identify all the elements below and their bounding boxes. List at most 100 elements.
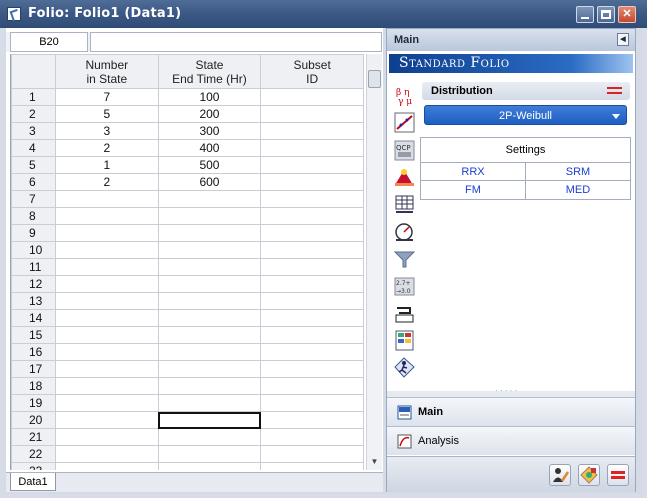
table-cell[interactable] <box>260 224 364 242</box>
table-cell[interactable] <box>157 190 262 208</box>
minimize-button[interactable] <box>576 6 594 23</box>
panel-pin-icon[interactable]: ◀ <box>617 33 629 46</box>
table-cell[interactable] <box>157 224 262 242</box>
table-cell[interactable] <box>260 377 364 395</box>
transfer-icon[interactable] <box>394 303 415 324</box>
qcp-icon[interactable]: QCP <box>394 140 415 161</box>
table-cell[interactable] <box>54 241 159 259</box>
row-header[interactable]: 13 <box>11 292 56 310</box>
table-cell[interactable] <box>54 445 159 463</box>
table-cell[interactable] <box>157 445 262 463</box>
distribution-dropdown[interactable]: 2P-Weibull <box>424 105 627 125</box>
row-header[interactable]: 17 <box>11 360 56 378</box>
table-cell[interactable] <box>260 156 364 174</box>
maximize-button[interactable] <box>597 6 615 23</box>
row-header[interactable]: 23 <box>11 462 56 470</box>
table-cell[interactable] <box>157 428 262 446</box>
batch-icon[interactable] <box>394 194 415 215</box>
table-cell[interactable] <box>157 309 262 327</box>
table-cell[interactable] <box>157 241 262 259</box>
table-cell[interactable]: 2 <box>54 139 159 157</box>
table-cell[interactable]: 500 <box>157 156 262 174</box>
table-cell[interactable] <box>157 275 262 293</box>
table-cell[interactable] <box>260 309 364 327</box>
table-cell[interactable]: 5 <box>54 105 159 123</box>
data-grid[interactable]: Number in State State End Time (Hr) Subset… <box>10 54 364 470</box>
table-cell[interactable] <box>260 241 364 259</box>
row-header[interactable]: 15 <box>11 326 56 344</box>
table-cell[interactable] <box>157 343 262 361</box>
table-cell[interactable]: 600 <box>157 173 262 191</box>
table-cell[interactable] <box>54 411 159 429</box>
table-cell[interactable] <box>54 428 159 446</box>
table-cell[interactable]: 300 <box>157 122 262 140</box>
table-cell[interactable] <box>260 411 364 429</box>
table-cell[interactable] <box>157 462 262 470</box>
table-cell[interactable] <box>54 377 159 395</box>
table-cell[interactable] <box>54 207 159 225</box>
table-cell[interactable]: 7 <box>54 88 159 106</box>
run-icon[interactable] <box>394 357 415 378</box>
row-header[interactable]: 8 <box>11 207 56 225</box>
table-cell[interactable] <box>260 105 364 123</box>
table-cell[interactable] <box>260 173 364 191</box>
nav-analysis-button[interactable]: Analysis <box>387 426 635 455</box>
row-header[interactable]: 5 <box>11 156 56 174</box>
table-cell[interactable] <box>157 292 262 310</box>
row-header[interactable]: 19 <box>11 394 56 412</box>
table-cell[interactable]: 3 <box>54 122 159 140</box>
gauge-icon[interactable] <box>394 221 415 242</box>
settings-icon[interactable] <box>578 464 600 486</box>
table-cell[interactable] <box>54 190 159 208</box>
row-header[interactable]: 20 <box>11 411 56 429</box>
collapse-icon[interactable] <box>607 87 622 94</box>
column-header-subset-id[interactable]: Subset ID <box>260 54 364 89</box>
table-cell[interactable] <box>157 207 262 225</box>
scroll-thumb[interactable] <box>368 70 381 88</box>
row-header[interactable]: 9 <box>11 224 56 242</box>
setting-fm[interactable]: FM <box>421 181 525 199</box>
cell-reference-box[interactable]: B20 <box>10 32 88 52</box>
minimize-panel-icon[interactable] <box>607 464 629 486</box>
distribution-section-header[interactable]: Distribution <box>422 82 630 100</box>
close-button[interactable]: ✕ <box>618 6 636 23</box>
table-cell[interactable] <box>260 258 364 276</box>
row-header[interactable]: 12 <box>11 275 56 293</box>
plot-line-icon[interactable] <box>394 112 415 133</box>
table-cell[interactable] <box>54 360 159 378</box>
table-cell[interactable] <box>54 309 159 327</box>
table-cell[interactable] <box>260 292 364 310</box>
row-header[interactable]: 4 <box>11 139 56 157</box>
user-edit-icon[interactable] <box>549 464 571 486</box>
grid-corner[interactable] <box>11 54 56 89</box>
row-header[interactable]: 1 <box>11 88 56 106</box>
convert-icon[interactable]: 2.7+ →3.0 <box>394 276 415 297</box>
table-cell[interactable] <box>54 343 159 361</box>
row-header[interactable]: 22 <box>11 445 56 463</box>
table-cell[interactable] <box>260 394 364 412</box>
table-cell[interactable] <box>260 445 364 463</box>
table-cell[interactable] <box>260 343 364 361</box>
table-cell[interactable] <box>54 275 159 293</box>
column-header-number-in-state[interactable]: Number in State <box>54 54 159 89</box>
table-cell[interactable] <box>157 258 262 276</box>
row-header[interactable]: 21 <box>11 428 56 446</box>
row-header[interactable]: 14 <box>11 309 56 327</box>
sheet-tab-data1[interactable]: Data1 <box>10 473 56 491</box>
setting-med[interactable]: MED <box>525 181 630 199</box>
table-cell[interactable] <box>54 224 159 242</box>
funnel-icon[interactable] <box>393 249 416 270</box>
table-cell[interactable] <box>157 377 262 395</box>
table-cell[interactable] <box>260 122 364 140</box>
table-cell[interactable]: 2 <box>54 173 159 191</box>
vertical-scrollbar[interactable]: ▼ <box>366 54 382 470</box>
warning-icon[interactable] <box>394 167 415 188</box>
nav-main-button[interactable]: Main <box>387 397 635 426</box>
table-cell[interactable] <box>260 360 364 378</box>
table-cell[interactable] <box>54 258 159 276</box>
column-header-state-end-time[interactable]: State End Time (Hr) <box>157 54 262 89</box>
table-cell[interactable]: 400 <box>157 139 262 157</box>
table-cell[interactable] <box>260 190 364 208</box>
table-cell[interactable]: 1 <box>54 156 159 174</box>
table-cell[interactable] <box>54 292 159 310</box>
